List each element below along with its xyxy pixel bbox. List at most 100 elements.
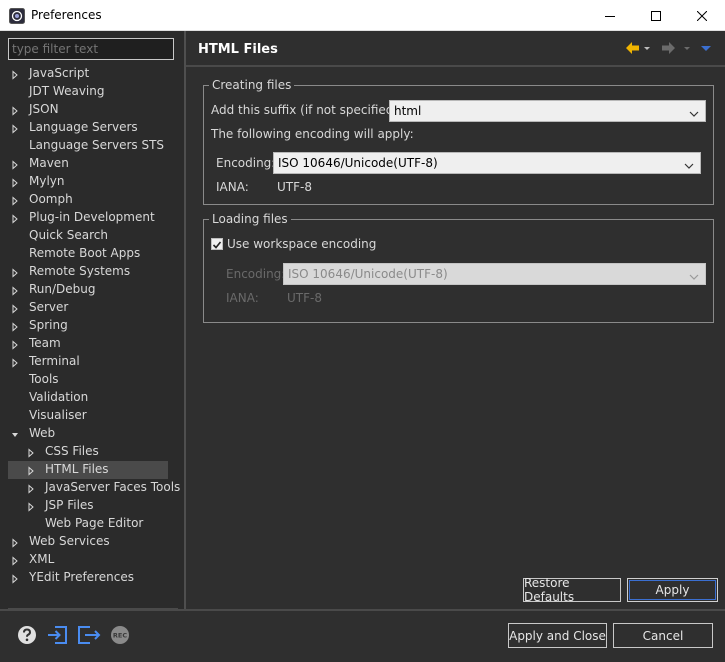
import-icon[interactable] — [46, 624, 68, 646]
chevron-right-icon[interactable] — [10, 105, 20, 116]
tree-item-label: Validation — [29, 390, 89, 404]
tree-item-label: Remote Systems — [29, 264, 131, 278]
record-icon[interactable]: REC — [109, 624, 131, 646]
tree-item[interactable]: JavaScript — [8, 65, 168, 83]
apply-and-close-button[interactable]: Apply and Close — [508, 623, 607, 648]
chevron-right-icon[interactable] — [26, 447, 36, 458]
loading-files-legend: Loading files — [209, 212, 291, 226]
tree-item[interactable]: XML — [8, 551, 168, 569]
tree-item-label: Spring — [29, 318, 68, 332]
back-arrow-icon[interactable] — [624, 40, 640, 56]
chevron-down-icon[interactable] — [10, 429, 20, 439]
use-workspace-label[interactable]: Use workspace encoding — [227, 237, 376, 251]
forward-arrow-icon — [661, 40, 677, 56]
tree-item[interactable]: Maven — [8, 155, 168, 173]
suffix-value: html — [394, 104, 422, 118]
chevron-right-icon[interactable] — [26, 483, 36, 494]
tree-item[interactable]: Oomph — [8, 191, 168, 209]
eclipse-app-icon — [9, 8, 25, 24]
tree-item[interactable]: Web Services — [8, 533, 168, 551]
chevron-right-icon[interactable] — [10, 537, 20, 548]
tree-item-label: Web Services — [29, 534, 110, 548]
tree-item[interactable]: JavaServer Faces Tools — [8, 479, 180, 497]
help-icon[interactable] — [16, 624, 38, 646]
chevron-right-icon[interactable] — [10, 69, 20, 80]
tree-item[interactable]: Tools — [8, 371, 168, 389]
tree-item[interactable]: Plug-in Development — [8, 209, 168, 227]
tree-item[interactable]: Web Page Editor — [8, 515, 168, 533]
window-title: Preferences — [31, 8, 102, 22]
chevron-right-icon[interactable] — [10, 267, 20, 278]
tree-item-label: Team — [29, 336, 61, 350]
page-title: HTML Files — [198, 42, 278, 57]
restore-defaults-button[interactable]: Restore Defaults — [523, 576, 621, 604]
view-menu-icon[interactable] — [700, 40, 716, 56]
tree-item[interactable]: Language Servers STS — [8, 137, 168, 155]
chevron-right-icon[interactable] — [10, 303, 20, 314]
chevron-right-icon[interactable] — [10, 159, 20, 170]
checkmark-icon — [212, 241, 222, 249]
use-workspace-checkbox[interactable] — [211, 238, 223, 250]
creating-files-legend: Creating files — [209, 78, 295, 92]
export-icon[interactable] — [77, 624, 101, 646]
following-encoding-text: The following encoding will apply: — [211, 127, 414, 141]
tree-item[interactable]: Mylyn — [8, 173, 168, 191]
tree-item[interactable]: JSP Files — [8, 497, 168, 515]
title-bar: Preferences — [0, 0, 725, 31]
tree-item-label: Server — [29, 300, 69, 314]
chevron-right-icon[interactable] — [10, 213, 20, 224]
chevron-right-icon[interactable] — [10, 573, 20, 584]
chevron-right-icon[interactable] — [10, 555, 20, 566]
loading-iana-label: IANA: — [226, 291, 259, 305]
tree-item-label: Web — [29, 426, 56, 440]
tree-item[interactable]: YEdit Preferences — [8, 569, 168, 587]
encoding-combo[interactable]: ISO 10646/Unicode(UTF-8) — [273, 152, 701, 174]
apply-button[interactable]: Apply — [627, 578, 718, 602]
tree-item[interactable]: HTML Files — [8, 461, 168, 479]
tree-item[interactable]: CSS Files — [8, 443, 168, 461]
maximize-button[interactable] — [633, 0, 679, 31]
tree-item-label: Web Page Editor — [45, 516, 144, 530]
tree-item[interactable]: Server — [8, 299, 168, 317]
suffix-combo[interactable]: html — [389, 100, 706, 122]
chevron-right-icon[interactable] — [10, 321, 20, 332]
tree-item[interactable]: Validation — [8, 389, 168, 407]
tree-item-label: XML — [29, 552, 55, 566]
tree-item[interactable]: JSON — [8, 101, 168, 119]
minimize-button[interactable] — [587, 0, 633, 31]
close-button[interactable] — [679, 0, 725, 31]
tree-item[interactable]: Visualiser — [8, 407, 168, 425]
tree-item[interactable]: Terminal — [8, 353, 168, 371]
tree-item[interactable]: Remote Boot Apps — [8, 245, 168, 263]
cancel-button[interactable]: Cancel — [613, 623, 713, 648]
iana-value: UTF-8 — [277, 180, 312, 194]
tree-item[interactable]: Language Servers — [8, 119, 168, 137]
chevron-right-icon[interactable] — [26, 465, 36, 476]
chevron-right-icon[interactable] — [10, 357, 20, 368]
loading-files-group: Loading files Use workspace encoding Enc… — [203, 212, 714, 323]
chevron-right-icon[interactable] — [10, 123, 20, 134]
tree-item[interactable]: JDT Weaving — [8, 83, 168, 101]
header-divider — [186, 65, 725, 67]
tree-item[interactable]: Quick Search — [8, 227, 168, 245]
tree-item[interactable]: Spring — [8, 317, 168, 335]
tree-item-label: Language Servers STS — [29, 138, 165, 152]
chevron-right-icon[interactable] — [10, 177, 20, 188]
back-dropdown-icon[interactable] — [642, 40, 658, 56]
tree-item-label: Visualiser — [29, 408, 87, 422]
chevron-right-icon[interactable] — [10, 285, 20, 296]
chevron-right-icon[interactable] — [10, 339, 20, 350]
tree-item-label: Quick Search — [29, 228, 108, 242]
tree-item[interactable]: Web — [8, 425, 168, 443]
filter-input[interactable] — [9, 39, 173, 59]
chevron-right-icon[interactable] — [10, 195, 20, 206]
tree-item-label: HTML Files — [45, 462, 109, 476]
tree-item[interactable]: Run/Debug — [8, 281, 168, 299]
chevron-down-icon — [689, 107, 699, 121]
tree-item-label: YEdit Preferences — [29, 570, 134, 584]
tree-item[interactable]: Team — [8, 335, 168, 353]
suffix-label: Add this suffix (if not specified): — [211, 103, 403, 117]
chevron-right-icon[interactable] — [26, 501, 36, 512]
tree-item[interactable]: Remote Systems — [8, 263, 168, 281]
tree-item-label: Tools — [29, 372, 59, 386]
